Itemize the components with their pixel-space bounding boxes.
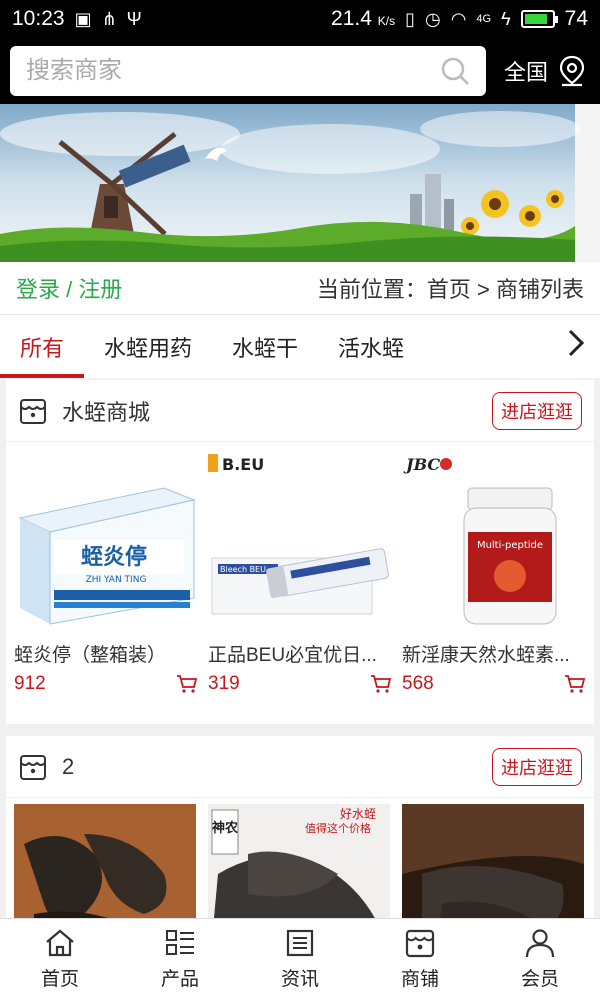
nav-products[interactable]: 产品 bbox=[120, 919, 240, 1000]
shop-card: 水蛭商城 进店逛逛 蛭炎停 ZHI YAN TING 蛭炎停（整箱装） 912 … bbox=[6, 380, 594, 724]
product-name: 蛭炎停（整箱装） bbox=[14, 645, 167, 666]
nav-products-label: 产品 bbox=[160, 969, 199, 990]
banner-image bbox=[0, 104, 600, 262]
breadcrumb: 当前位置：首页 > 商铺列表 bbox=[316, 277, 584, 302]
svg-text:Multi-peptide: Multi-peptide bbox=[477, 540, 543, 551]
product-card[interactable]: B.EU Bleech BEU 正品BEU必宜优日... 319 bbox=[206, 442, 400, 695]
shop-name: 水蛭商城 bbox=[62, 399, 151, 425]
shop-card: 2 进店逛逛 神农 好水蛭 值得这个价格 bbox=[6, 736, 594, 918]
store-icon bbox=[20, 398, 46, 424]
svg-text:好水蛭: 好水蛭 bbox=[340, 806, 376, 821]
status-bar: 10:23 ▣ ⋔ Ψ 21.4 K/s ▯ ◷ ◠ 4G ϟ 74 bbox=[0, 0, 600, 38]
product-price: 568 bbox=[402, 673, 434, 694]
product-name: 正品BEU必宜优日... bbox=[208, 645, 377, 666]
svg-text:ZHI YAN TING: ZHI YAN TING bbox=[86, 575, 147, 585]
shop-icon bbox=[405, 929, 435, 958]
location-pin-icon bbox=[559, 55, 585, 87]
nav-shops-label: 商铺 bbox=[400, 969, 439, 990]
product-card[interactable]: 神农 好水蛭 值得这个价格 bbox=[206, 798, 400, 918]
home-icon bbox=[46, 929, 74, 957]
product-image bbox=[402, 804, 584, 918]
search-bar[interactable] bbox=[10, 46, 486, 96]
alarm-icon: ◷ bbox=[424, 8, 441, 29]
cart-icon[interactable] bbox=[176, 674, 198, 694]
network-speed: 21.4 K/s bbox=[331, 7, 396, 30]
region-label: 全国 bbox=[504, 60, 549, 85]
product-card[interactable] bbox=[400, 798, 594, 918]
svg-text:蛭炎停: 蛭炎停 bbox=[81, 544, 147, 570]
nav-member-label: 会员 bbox=[520, 969, 559, 990]
shop-name: 2 bbox=[62, 753, 75, 779]
tab-leech-medicine[interactable]: 水蛭用药 bbox=[84, 315, 212, 378]
search-header: 全国 bbox=[0, 38, 600, 104]
search-input[interactable] bbox=[26, 57, 440, 85]
status-time: 10:23 bbox=[12, 7, 65, 30]
promo-banner[interactable] bbox=[0, 104, 600, 262]
nav-home[interactable]: 首页 bbox=[0, 919, 120, 1000]
nav-member[interactable]: 会员 bbox=[480, 919, 600, 1000]
shop-header[interactable]: 2 进店逛逛 bbox=[6, 736, 594, 798]
news-icon bbox=[286, 929, 314, 957]
svg-text:值得这个价格: 值得这个价格 bbox=[305, 821, 371, 835]
wifi-icon: ◠ bbox=[450, 8, 467, 29]
network-type: 4G bbox=[476, 13, 492, 25]
region-selector[interactable]: 全国 bbox=[504, 55, 586, 87]
charging-icon: ϟ bbox=[501, 8, 511, 29]
share-icon: ⋔ bbox=[101, 8, 117, 29]
tab-live-leech[interactable]: 活水蛭 bbox=[318, 315, 424, 378]
product-card[interactable] bbox=[12, 798, 206, 918]
image-icon: ▣ bbox=[74, 8, 92, 29]
product-image: 神农 好水蛭 值得这个价格 bbox=[208, 804, 390, 918]
chevron-right-icon[interactable] bbox=[566, 328, 586, 366]
svg-text:JBC: JBC bbox=[403, 455, 440, 474]
product-image: JBC Multi-peptide bbox=[402, 448, 584, 632]
login-register-link[interactable]: 登录 / 注册 bbox=[16, 272, 122, 304]
visit-shop-button[interactable]: 进店逛逛 bbox=[492, 391, 582, 430]
list-icon bbox=[166, 930, 194, 955]
product-image: 蛭炎停 ZHI YAN TING bbox=[14, 448, 196, 632]
usb-icon: Ψ bbox=[126, 8, 142, 29]
category-tabs: 所有 水蛭用药 水蛭干 活水蛭 bbox=[0, 314, 600, 378]
product-card[interactable]: JBC Multi-peptide 新淫康天然水蛭素... 568 bbox=[400, 442, 594, 695]
cart-icon[interactable] bbox=[370, 674, 392, 694]
svg-text:神农: 神农 bbox=[212, 820, 238, 836]
shop-header[interactable]: 水蛭商城 进店逛逛 bbox=[6, 380, 594, 442]
svg-text:B.EU: B.EU bbox=[222, 455, 264, 474]
location-row: 登录 / 注册 当前位置：首页 > 商铺列表 bbox=[0, 262, 600, 314]
user-icon bbox=[525, 929, 555, 958]
battery-icon bbox=[520, 10, 558, 28]
nav-home-label: 首页 bbox=[40, 969, 79, 990]
search-icon[interactable] bbox=[440, 56, 470, 86]
product-name: 新淫康天然水蛭素... bbox=[402, 645, 570, 666]
product-card[interactable]: 蛭炎停 ZHI YAN TING 蛭炎停（整箱装） 912 bbox=[12, 442, 206, 695]
nav-news[interactable]: 资讯 bbox=[240, 919, 360, 1000]
svg-text:Bleech BEU: Bleech BEU bbox=[220, 565, 266, 574]
nav-news-label: 资讯 bbox=[280, 969, 319, 990]
store-icon bbox=[20, 754, 46, 780]
product-image bbox=[14, 804, 196, 918]
product-price: 319 bbox=[208, 673, 240, 694]
visit-shop-button[interactable]: 进店逛逛 bbox=[492, 747, 582, 786]
tab-all[interactable]: 所有 bbox=[0, 315, 85, 378]
nav-shops[interactable]: 商铺 bbox=[360, 919, 480, 1000]
tab-dried-leech[interactable]: 水蛭干 bbox=[212, 315, 318, 378]
battery-level: 74 bbox=[564, 7, 588, 30]
cart-icon[interactable] bbox=[564, 674, 586, 694]
vibrate-icon: ▯ bbox=[405, 8, 415, 29]
product-image: B.EU Bleech BEU bbox=[208, 448, 390, 632]
product-price: 912 bbox=[14, 673, 46, 694]
bottom-navigation: 首页 产品 资讯 商铺 会员 bbox=[0, 918, 600, 1000]
